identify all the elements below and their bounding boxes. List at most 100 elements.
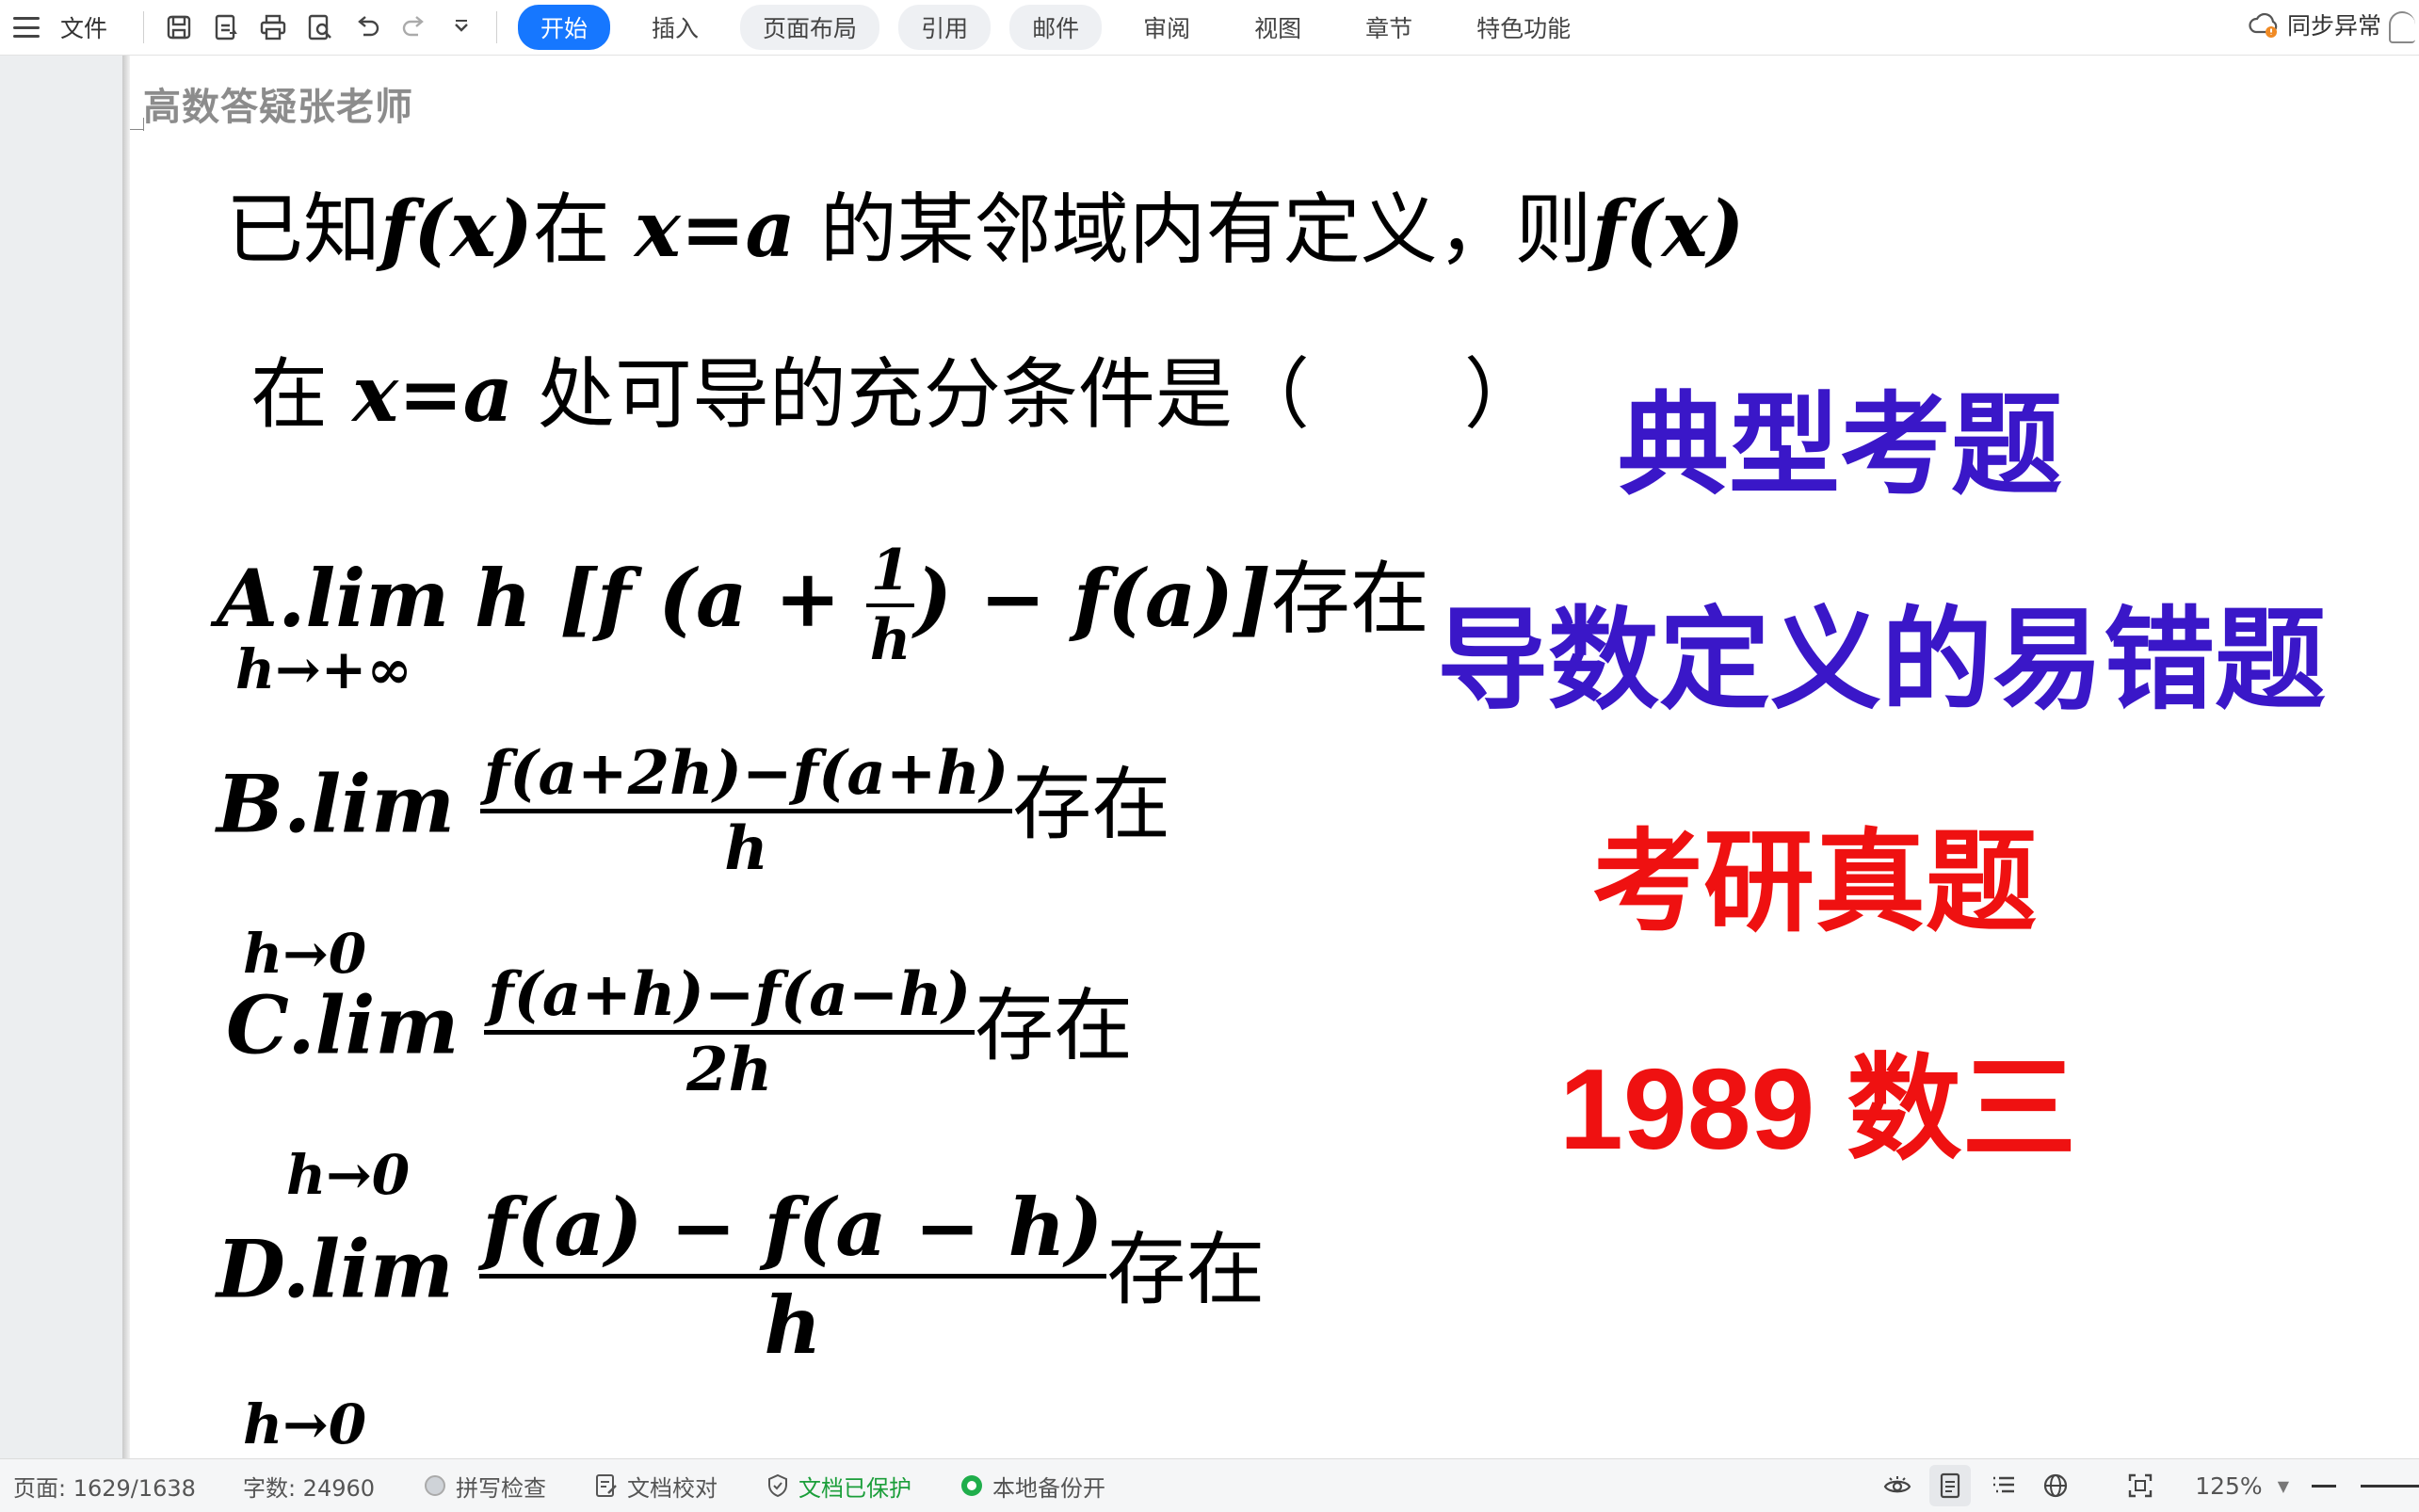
fraction: f(a+2h)−f(a+h) h (479, 738, 1013, 884)
limit-operator: lim (305, 552, 450, 645)
limit-subscript: h→0 (243, 1392, 367, 1456)
question-text: 处可导的充分条件是（ ） (537, 350, 1541, 440)
backup-status-icon (961, 1475, 983, 1496)
tab-review[interactable]: 审阅 (1121, 5, 1213, 50)
shield-icon (768, 1473, 788, 1498)
spell-check-button[interactable]: 拼写检查 (422, 1470, 546, 1503)
error-prone-tag: 导数定义的易错题 (1437, 595, 2327, 725)
print-icon[interactable] (254, 8, 292, 46)
question-line-2: 在 x=a 处可导的充分条件是（ ） (250, 331, 1541, 443)
sync-status-label: 同步异常 (2286, 12, 2381, 40)
eye-protection-icon[interactable] (1877, 1465, 1918, 1506)
tab-mailings[interactable]: 邮件 (1009, 5, 1103, 50)
option-tail-text: 存在 (1012, 758, 1171, 851)
limit-operator: lim (314, 978, 460, 1072)
tab-insert[interactable]: 插入 (629, 5, 721, 50)
option-d: D.lim f(a) − f(a − h) h 存在 h→0 (217, 1181, 1266, 1456)
option-a: A.lim h [f (a + 1 h ) − f(a)]存在 h→+∞ (217, 536, 1429, 701)
view-controls: 125% ▼ (1871, 1459, 2419, 1512)
account-icon[interactable] (2389, 11, 2415, 43)
quick-access-dropdown-icon[interactable] (443, 8, 480, 46)
local-backup-label: 本地备份开 (992, 1474, 1106, 1502)
formula-part: h [f (a + (474, 552, 842, 645)
word-count[interactable]: 字数: 24960 (243, 1470, 375, 1503)
undo-icon[interactable] (348, 8, 386, 46)
fraction-numerator: f(a+2h)−f(a+h) (483, 738, 1009, 809)
ribbon-toolbar: 文件 开始 插入 页面布局 引用 邮件 审阅 视图 章节 特色功能 同步异常 (0, 0, 2419, 56)
tab-features[interactable]: 特色功能 (1454, 5, 1593, 50)
question-text: 在 (250, 350, 329, 440)
cloud-warning-icon (2249, 12, 2278, 38)
fraction-denominator: h (865, 603, 915, 673)
question-text: 已知 (226, 185, 381, 275)
document-page[interactable]: 高数答疑张老师 已知f(x)在 x=a 的某邻域内有定义，则f(x) 在 x=a… (130, 56, 2419, 1458)
page-view-icon[interactable] (1929, 1465, 1972, 1506)
math-fx: f(x) (1591, 185, 1745, 275)
save-icon[interactable] (160, 8, 198, 46)
tab-references[interactable]: 引用 (898, 5, 992, 50)
math-x-equals-a: x=a (634, 185, 796, 275)
option-tail-text: 存在 (975, 979, 1134, 1072)
limit-subscript: h→+∞ (235, 637, 412, 701)
zoom-out-button[interactable] (2312, 1484, 2336, 1488)
typical-question-tag: 典型考题 (1618, 380, 2063, 510)
question-text: 在 (532, 185, 610, 275)
fraction-numerator: f(a) − f(a − h) (482, 1181, 1104, 1274)
option-b: B.lim f(a+2h)−f(a+h) h 存在 h→0 (217, 738, 1171, 986)
status-bar: 页面: 1629/1638 字数: 24960 拼写检查 文档校对 文档已保护 … (0, 1458, 2419, 1512)
option-label: D. (217, 1222, 311, 1316)
document-protected-button[interactable]: 文档已保护 (765, 1470, 911, 1503)
print-preview-icon[interactable] (301, 8, 339, 46)
fraction: f(a+h)−f(a−h) 2h (484, 959, 976, 1105)
fraction-numerator: 1 (870, 538, 911, 603)
toolbar-divider (143, 11, 145, 43)
fraction-denominator: 2h (484, 1030, 976, 1105)
margin-corner-mark (143, 118, 144, 131)
proofread-icon (596, 1474, 617, 1497)
document-protected-label: 文档已保护 (798, 1474, 912, 1502)
margin-corner-mark (130, 129, 143, 130)
file-menu[interactable]: 文件 (60, 10, 107, 44)
fraction-numerator: f(a+h)−f(a−h) (488, 959, 972, 1030)
web-view-icon[interactable] (2035, 1465, 2076, 1506)
math-fx: f(x) (380, 185, 533, 275)
exam-question-tag: 考研真题 (1592, 817, 2038, 947)
spell-check-icon (425, 1475, 446, 1496)
option-label: B. (217, 757, 312, 851)
question-text: 的某邻域内有定义，则 (819, 185, 1592, 275)
option-tail-text: 存在 (1270, 553, 1429, 645)
option-c: C.lim f(a+h)−f(a−h) 2h 存在 h→0 (226, 959, 1134, 1207)
local-backup-button[interactable]: 本地备份开 (959, 1470, 1105, 1503)
spell-check-label: 拼写检查 (456, 1474, 547, 1502)
sync-status-button[interactable]: 同步异常 (2248, 8, 2381, 41)
option-label: C. (226, 978, 315, 1072)
hamburger-menu-icon[interactable] (13, 17, 40, 38)
fullscreen-icon[interactable] (2120, 1465, 2161, 1506)
zoom-slider[interactable] (2361, 1484, 2419, 1488)
workspace-gutter (0, 56, 122, 1458)
tab-section[interactable]: 章节 (1343, 5, 1435, 50)
option-tail-text: 存在 (1106, 1223, 1266, 1316)
tab-page-layout[interactable]: 页面布局 (740, 5, 880, 50)
tab-view[interactable]: 视图 (1232, 5, 1324, 50)
toolbar-divider (496, 11, 498, 43)
math-x-equals-a: x=a (352, 349, 513, 440)
fraction: 1 h (865, 538, 915, 673)
exam-year-tag: 1989 数三 (1559, 1045, 2077, 1173)
export-pdf-icon[interactable] (207, 8, 245, 46)
page-shadow (122, 56, 130, 1458)
tab-home[interactable]: 开始 (518, 5, 611, 50)
zoom-level[interactable]: 125% (2195, 1472, 2262, 1500)
zoom-dropdown-icon[interactable]: ▼ (2278, 1477, 2289, 1495)
page-count[interactable]: 页面: 1629/1638 (13, 1470, 196, 1503)
limit-operator: lim (310, 1222, 454, 1316)
limit-operator: lim (311, 757, 455, 851)
question-line-1: 已知f(x)在 x=a 的某邻域内有定义，则f(x) (226, 167, 1744, 279)
fraction-denominator: h (479, 809, 1013, 884)
outline-view-icon[interactable] (1982, 1465, 2024, 1506)
fraction: f(a) − f(a − h) h (478, 1181, 1107, 1372)
proofread-button[interactable]: 文档校对 (593, 1470, 718, 1503)
formula-part: ) − f(a)] (914, 552, 1271, 645)
redo-icon[interactable] (395, 8, 433, 46)
proofread-label: 文档校对 (627, 1474, 718, 1502)
